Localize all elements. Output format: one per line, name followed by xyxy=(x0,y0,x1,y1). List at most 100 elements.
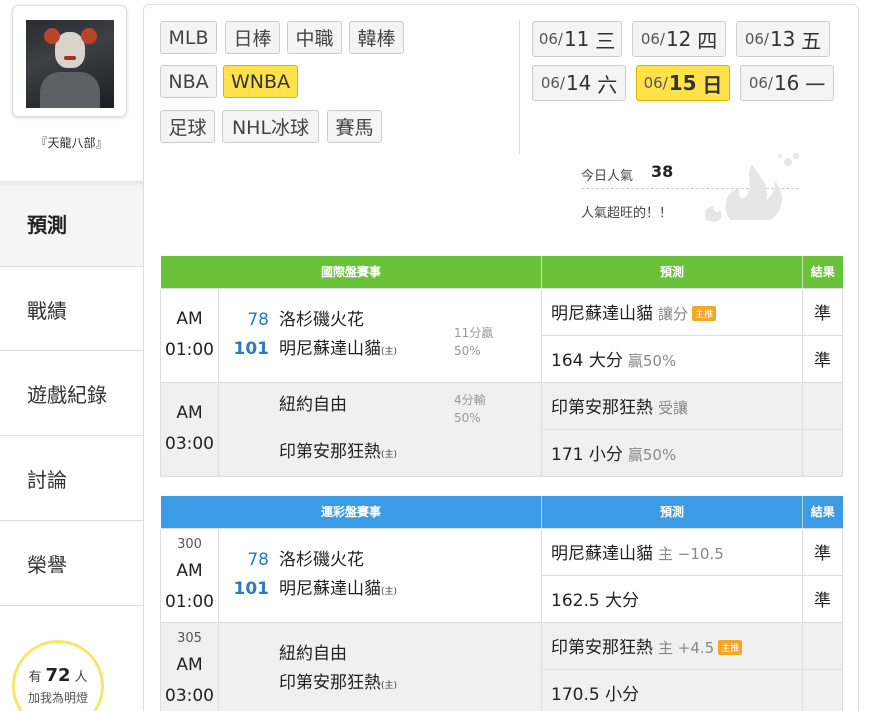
prediction-cell: 明尼蘇達山貓主 −10.5 xyxy=(541,527,804,576)
sport-cpbl[interactable]: 中職 xyxy=(287,21,342,54)
pick: 印第安那狂熱 xyxy=(551,638,654,658)
date-0615[interactable]: 06/15 日 xyxy=(636,65,730,101)
home-team: 明尼蘇達山貓 xyxy=(279,339,381,359)
popularity-count: 38 xyxy=(651,162,674,181)
page: 『天龍八部』 預測 戰績 遊戲紀錄 討論 榮譽 有 72 人 加我為明燈 MLB 日… xyxy=(0,0,869,711)
date-0611[interactable]: 06/11 三 xyxy=(532,21,622,57)
date-month: 06/ xyxy=(643,74,668,92)
date-weekday: 一 xyxy=(805,72,826,97)
avatar[interactable] xyxy=(26,20,114,108)
date-0614[interactable]: 06/14 六 xyxy=(532,65,626,101)
sport-soccer[interactable]: 足球 xyxy=(160,110,215,143)
sport-mlb[interactable]: MLB xyxy=(160,21,217,54)
away-team: 紐約自由 xyxy=(279,644,347,665)
sport-nhl[interactable]: NHL冰球 xyxy=(222,110,319,143)
date-month: 06/ xyxy=(748,74,773,92)
game-time-text: AM 01:00 xyxy=(165,561,214,612)
sport-horse-racing[interactable]: 賽馬 xyxy=(327,110,382,143)
nav-record[interactable]: 戰績 xyxy=(0,266,143,351)
away-score: 78 xyxy=(247,550,269,571)
sport-nba[interactable]: NBA xyxy=(160,65,217,98)
nav-game-history[interactable]: 遊戲紀錄 xyxy=(0,350,143,435)
popularity-status: 人氣超旺的！！ xyxy=(581,206,673,221)
game-number: 305 xyxy=(177,630,202,646)
date-day: 15 xyxy=(668,71,697,95)
avatar-card[interactable] xyxy=(12,5,127,117)
table-row: AM 01:00 78 101 洛杉磯火花 明尼蘇達山貓(主) 11分贏 50% 明尼… xyxy=(160,287,844,383)
nav-discussion[interactable]: 討論 xyxy=(0,435,143,520)
away-score: 78 xyxy=(247,310,269,331)
date-weekday: 四 xyxy=(697,28,718,53)
date-weekday: 日 xyxy=(702,72,723,97)
date-month: 06/ xyxy=(744,30,769,48)
table-row: 300 AM 01:00 78 101 洛杉磯火花 明尼蘇達山貓(主) 明尼蘇達山貓主… xyxy=(160,527,844,623)
result-header: 結果 xyxy=(802,256,843,288)
flame-watermark-icon xyxy=(704,153,799,222)
date-day: 13 xyxy=(769,27,796,51)
spread-result: 11分贏 xyxy=(454,326,494,340)
sport-kbo[interactable]: 韓棒 xyxy=(349,21,404,54)
date-month: 06/ xyxy=(540,74,565,92)
prediction-cell: 170.5 小分 xyxy=(541,668,804,711)
home-marker: (主) xyxy=(381,681,398,691)
fan-suffix: 人 xyxy=(74,670,88,685)
pick-result: 贏50% xyxy=(627,352,677,370)
date-0616[interactable]: 06/16 一 xyxy=(740,65,834,101)
prediction-cell: 明尼蘇達山貓 讓分 主推 xyxy=(541,287,804,336)
date-0613[interactable]: 06/13 五 xyxy=(736,21,830,57)
nav-label: 預測 xyxy=(27,213,67,237)
main-pick-badge: 主推 xyxy=(692,306,717,321)
nav-label: 戰績 xyxy=(27,298,67,323)
home-team: 印第安那狂熱 xyxy=(279,673,381,693)
date-day: 11 xyxy=(563,27,590,51)
matchup[interactable]: 78 101 洛杉磯火花 明尼蘇達山貓(主) xyxy=(217,527,543,623)
away-team: 洛杉磯火花 xyxy=(279,310,364,331)
matchup[interactable]: 紐約自由印第安那狂熱(主) xyxy=(217,621,543,711)
date-day: 14 xyxy=(565,71,592,95)
nav-honor[interactable]: 榮譽 xyxy=(0,520,143,605)
away-team: 紐約自由 xyxy=(279,395,347,416)
pick: 171 小分 xyxy=(551,445,623,465)
matchup[interactable]: 78 101 洛杉磯火花明尼蘇達山貓(主) 11分贏 50% xyxy=(217,287,543,383)
sport-wnba[interactable]: WNBA xyxy=(223,65,298,98)
sports-lottery-table: 運彩盤賽事 預測 結果 300 AM 01:00 78 101 洛杉磯火花 明尼蘇達山… xyxy=(159,496,844,711)
spread-pct: 50% xyxy=(454,411,481,426)
home-score: 101 xyxy=(233,339,270,359)
main-pick-badge: 主推 xyxy=(718,640,743,655)
sport-npb[interactable]: 日棒 xyxy=(225,21,280,54)
prediction-cell: 171 小分 贏50% xyxy=(541,428,804,477)
result-empty xyxy=(802,428,844,477)
event-header: 運彩盤賽事 xyxy=(159,496,542,528)
game-number: 300 xyxy=(177,536,202,552)
nav-label: 討論 xyxy=(27,467,67,492)
header-divider xyxy=(519,20,520,154)
table-header: 國際盤賽事 預測 結果 xyxy=(159,256,843,288)
intl-odds-table: 國際盤賽事 預測 結果 AM 01:00 78 101 洛杉磯火花 明尼蘇達山貓(主… xyxy=(159,256,844,477)
date-0612[interactable]: 06/12 四 xyxy=(632,21,726,57)
result-empty xyxy=(802,381,844,430)
result-accurate: 準 xyxy=(802,287,844,336)
nav-label: 榮譽 xyxy=(27,552,67,577)
matchup[interactable]: 紐約自由 印第安那狂熱(主) 4分輸 50% xyxy=(217,381,543,477)
result-empty xyxy=(802,668,844,711)
table-header: 運彩盤賽事 預測 結果 xyxy=(159,496,843,528)
nav-prediction[interactable]: 預測 xyxy=(0,181,143,266)
pick-type: 受讓 xyxy=(658,399,689,417)
follow-caption: 加我為明燈 xyxy=(27,691,88,705)
spread-result: 4分輸 xyxy=(454,393,486,408)
date-day: 16 xyxy=(773,71,800,95)
home-score: 101 xyxy=(233,579,270,599)
home-marker: (主) xyxy=(381,347,398,357)
pick-line: 主 −10.5 xyxy=(658,545,724,563)
game-time: AM 03:00 xyxy=(160,381,219,477)
pick-line: 主 +4.5 xyxy=(658,639,715,657)
result-accurate: 準 xyxy=(802,527,844,576)
prediction-cell: 164 大分 贏50% xyxy=(541,334,804,383)
result-header: 結果 xyxy=(802,496,843,528)
game-time-text: AM 03:00 xyxy=(165,655,214,706)
home-team: 明尼蘇達山貓 xyxy=(279,579,381,599)
home-marker: (主) xyxy=(381,587,398,597)
table-row: AM 03:00 紐約自由 印第安那狂熱(主) 4分輸 50% 印第安那狂熱 受讓 xyxy=(160,381,844,477)
spread-pct: 50% xyxy=(454,344,481,358)
date-weekday: 三 xyxy=(595,28,616,53)
